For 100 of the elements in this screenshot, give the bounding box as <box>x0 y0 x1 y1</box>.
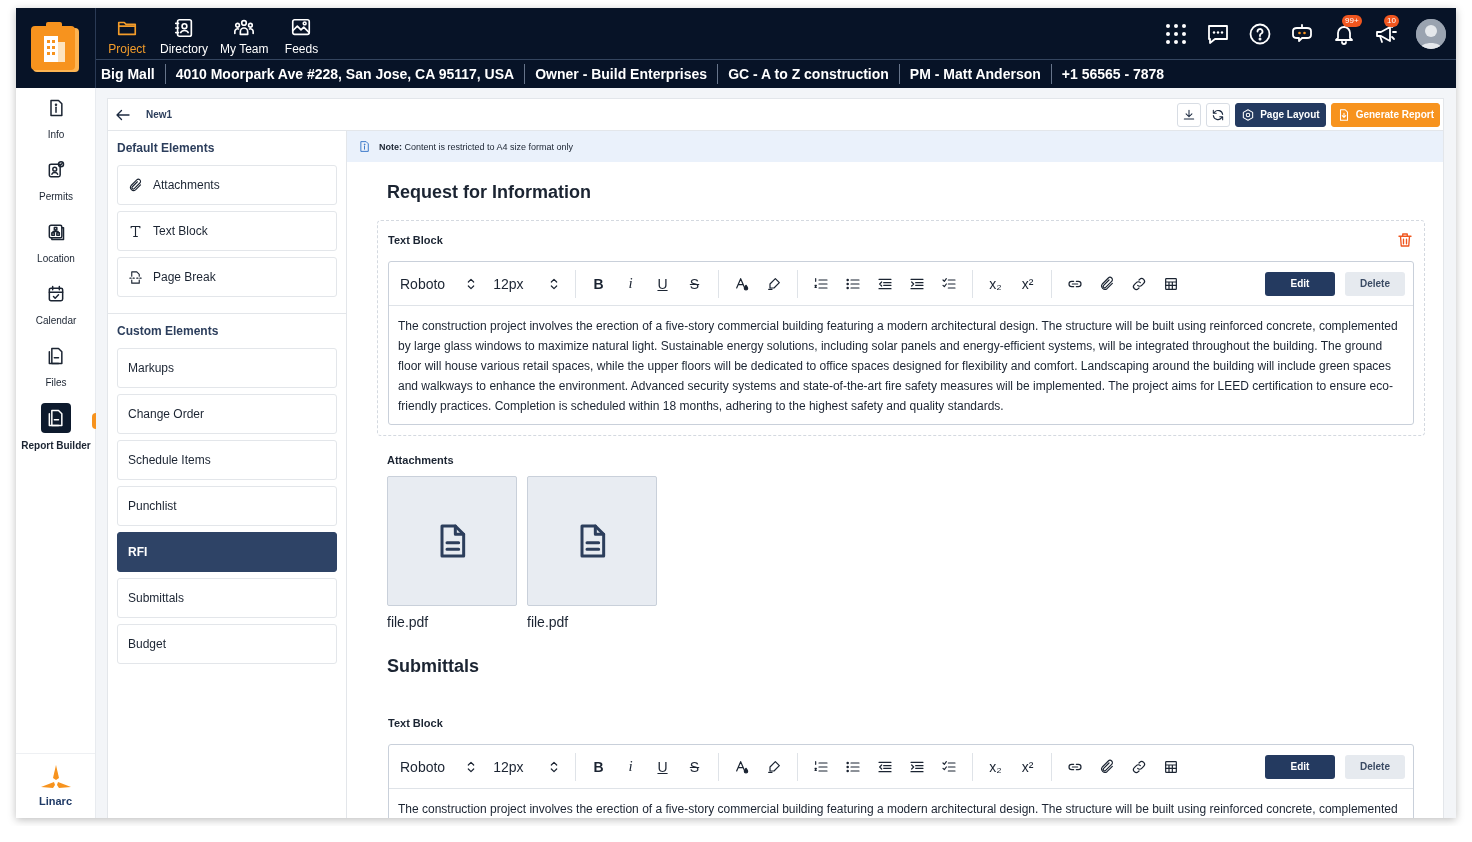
format-button[interactable]: B <box>582 269 615 298</box>
element-item[interactable]: Budget <box>117 624 337 664</box>
font-color-icon <box>733 758 750 775</box>
paragraph-text: The construction project involves the erection of a five-story commercial building featuring a modern architectural design. The structure will be built using reinforced concrete, complemented by large glass windows to maximize natural light. Sustainable energy solutions, including solar panels and energy-efficient systems, will be integrated throughout the building. The ground floor will house various retail spaces, while the upper floors will be dedicated to office spaces designed for flexibility and comfort. Landscaping around the building will include green spaces and walkways to enhance the environment. Advanced security systems and state-of-the-art fire safety measures will be implemented. The project aims for LEED certification to ensure eco-friendly practices. Completion is scheduled within 18 months, adhering to the highest safety and quality standards. <box>397 318 1399 415</box>
element-item[interactable]: Change Order <box>117 394 337 434</box>
section-title: Request for Information <box>387 182 591 203</box>
format-button[interactable]: x₂ <box>979 269 1012 298</box>
numbered-list-icon <box>812 275 829 292</box>
format-button[interactable]: U <box>646 752 679 781</box>
delete-block-button[interactable] <box>1396 231 1414 249</box>
block-label: Attachments <box>387 454 455 466</box>
rail-item[interactable]: Report Builder <box>16 403 96 465</box>
block-label: Text Block <box>388 234 443 246</box>
table-icon <box>1162 758 1179 775</box>
nav-tab[interactable]: My Team <box>214 11 275 56</box>
avatar-icon[interactable] <box>1416 18 1446 49</box>
trash-icon <box>1396 231 1414 249</box>
file-name: file.pdf <box>387 614 430 630</box>
edit-button[interactable]: Edit <box>1265 754 1335 779</box>
info-icon <box>358 140 371 153</box>
element-item[interactable]: Page Break <box>117 257 337 297</box>
element-item[interactable]: Markups <box>117 348 337 388</box>
element-item[interactable]: RFI <box>117 532 337 572</box>
permit-icon <box>46 160 66 180</box>
highlighter-icon <box>765 275 782 292</box>
checklist-icon <box>940 758 957 775</box>
nav-tab[interactable]: Directory <box>154 11 214 56</box>
note-text: Note: Content is restricted to A4 size format only <box>379 141 574 152</box>
chain-link-icon <box>1130 758 1147 775</box>
chain-link-icon <box>1130 275 1147 292</box>
brand-name: Linarc <box>39 795 72 807</box>
nav-tab[interactable]: Feeds <box>274 11 329 56</box>
highlighter-icon <box>765 758 782 775</box>
rail-item[interactable]: Permits <box>16 155 96 217</box>
size-select[interactable]: 12px <box>485 269 568 298</box>
font-color-icon <box>733 275 750 292</box>
table-icon <box>1162 275 1179 292</box>
element-item[interactable]: Text Block <box>117 211 337 251</box>
section-heading: Default Elements <box>117 141 216 155</box>
numbered-list-icon <box>812 758 829 775</box>
format-button[interactable]: S <box>678 269 711 298</box>
calendar-icon <box>46 284 66 304</box>
format-button[interactable]: U <box>646 269 679 298</box>
file-thumbnail[interactable] <box>387 476 517 606</box>
project-info-text: 4010 Moorpark Ave #228, San Jose, CA 95117, USA <box>164 64 525 84</box>
element-item[interactable]: Punchlist <box>117 486 337 526</box>
refresh-icon <box>1211 107 1226 122</box>
section-heading: Custom Elements <box>117 324 220 338</box>
help-icon <box>1248 21 1272 46</box>
paperclip-icon <box>1098 758 1115 775</box>
paperclip-icon <box>128 177 143 193</box>
size-select[interactable]: 12px <box>485 752 568 781</box>
delete-button[interactable]: Delete <box>1345 271 1405 296</box>
download-icon <box>1182 107 1197 122</box>
format-button[interactable]: i <box>614 269 647 298</box>
count-badge: 99+ <box>1342 14 1362 27</box>
delete-button[interactable]: Delete <box>1345 754 1405 779</box>
project-info-text: PM - Matt Anderson <box>898 64 1051 84</box>
contact-card-icon <box>173 17 195 39</box>
edit-button[interactable]: Edit <box>1265 271 1335 296</box>
checklist-icon <box>940 275 957 292</box>
active-indicator <box>92 413 96 429</box>
project-info-text: +1 56565 - 7878 <box>1050 64 1175 84</box>
file-name: file.pdf <box>527 614 570 630</box>
font-select[interactable]: Roboto <box>389 752 486 781</box>
count-badge: 10 <box>1384 14 1399 27</box>
hexagon-icon <box>1241 107 1256 122</box>
refresh-button[interactable] <box>1206 102 1231 127</box>
app-logo[interactable] <box>30 22 81 74</box>
rail-item[interactable]: Location <box>16 217 96 279</box>
rail-item[interactable]: Files <box>16 341 96 403</box>
report-icon <box>46 408 66 428</box>
nav-tab[interactable]: Project <box>100 11 154 56</box>
report-title: New1 <box>146 109 173 120</box>
file-icon <box>46 346 66 366</box>
format-button[interactable]: B <box>582 752 615 781</box>
text-icon <box>128 223 143 239</box>
rail-item[interactable]: Calendar <box>16 279 96 341</box>
element-item[interactable]: Attachments <box>117 165 337 205</box>
font-select[interactable]: Roboto <box>389 269 486 298</box>
section-title: Submittals <box>387 656 479 677</box>
location-map-icon <box>46 222 66 242</box>
element-item[interactable]: Submittals <box>117 578 337 618</box>
project-info-text: Owner - Build Enterprises <box>524 64 718 84</box>
paperclip-icon <box>1098 275 1115 292</box>
file-thumbnail[interactable] <box>527 476 657 606</box>
paragraph-text: The construction project involves the erection of a five-story commercial building featuring a modern architectural design. The structure will be built using reinforced concrete, complemented <box>397 801 1399 818</box>
element-item[interactable]: Schedule Items <box>117 440 337 480</box>
format-button[interactable]: S <box>678 752 711 781</box>
rail-item[interactable]: Info <box>16 93 96 155</box>
format-button[interactable]: x² <box>1011 752 1044 781</box>
project-info-text: Big Mall <box>101 65 156 84</box>
apps-grid-icon <box>1164 21 1188 46</box>
project-info-text: GC - A to Z construction <box>717 64 899 84</box>
format-button[interactable]: x₂ <box>979 752 1012 781</box>
page-layout-button[interactable]: Page Layout <box>1235 102 1326 127</box>
block-label: Text Block <box>388 717 443 729</box>
format-button[interactable]: i <box>614 752 647 781</box>
format-button[interactable]: x² <box>1011 269 1044 298</box>
page-break-icon <box>128 269 143 285</box>
